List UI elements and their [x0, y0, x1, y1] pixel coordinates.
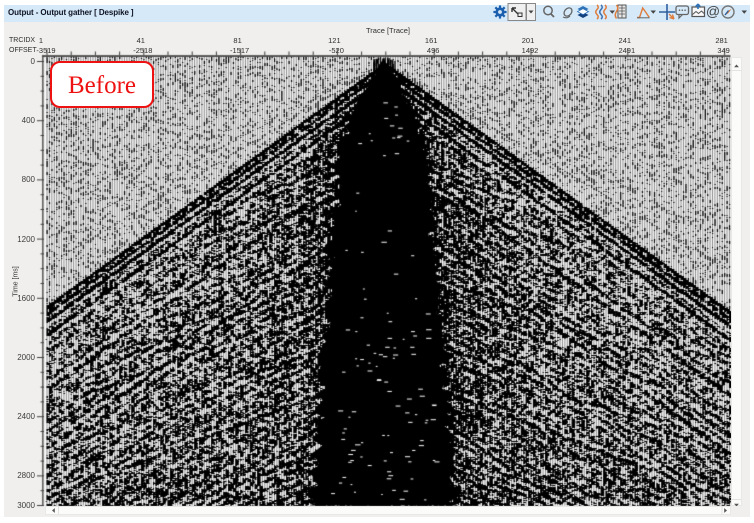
svg-text:@: @ [706, 3, 720, 19]
